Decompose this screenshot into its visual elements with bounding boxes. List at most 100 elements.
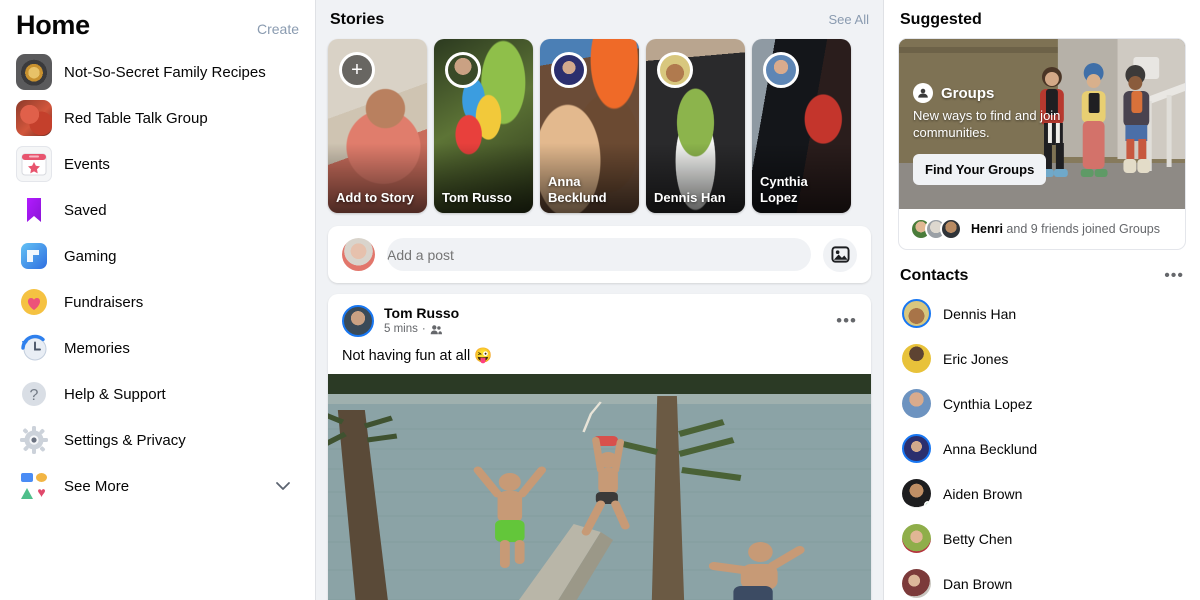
contact-row-eric-jones[interactable]: Eric Jones — [898, 336, 1186, 381]
sidebar-item-label: Not-So-Secret Family Recipes — [64, 63, 266, 81]
sidebar-item-saved[interactable]: Saved — [8, 187, 307, 233]
sidebar-item-help-and-support[interactable]: ? Help & Support — [8, 371, 307, 417]
sidebar-item-see-more[interactable]: ♥ See More — [8, 463, 307, 509]
sidebar-item-memories[interactable]: Memories — [8, 325, 307, 371]
sidebar-item-fundraisers[interactable]: Fundraisers — [8, 279, 307, 325]
joined-friend-suffix: and 9 friends joined Groups — [1002, 222, 1160, 236]
suggested-groups-card: Groups New ways to find and join communi… — [898, 38, 1186, 250]
pink-heart-shape: ♥ — [37, 484, 46, 500]
sidebar-item-label: See More — [64, 477, 130, 495]
question-circle-icon: ? — [16, 376, 52, 412]
suggested-card-description: New ways to find and join communities. — [913, 108, 1061, 140]
post-menu-button[interactable]: ••• — [836, 312, 857, 329]
photo-icon — [830, 245, 850, 264]
contacts-list: Dennis Han Eric Jones Cynthia Lopez Anna… — [898, 291, 1186, 600]
add-story-plus-icon[interactable]: + — [339, 52, 375, 88]
left-sidebar-header: Home Create — [0, 8, 315, 47]
story-name: Tom Russo — [442, 190, 512, 205]
post-meta: 5 mins · — [384, 322, 459, 337]
stories-row: + Add to Story Tom Russo Anna Becklund D… — [328, 39, 871, 213]
post-image[interactable] — [328, 374, 871, 600]
create-link[interactable]: Create — [257, 21, 299, 37]
bookmark-icon — [16, 192, 52, 228]
sidebar-item-label: Help & Support — [64, 385, 166, 403]
contact-row-anna-becklund[interactable]: Anna Becklund — [898, 426, 1186, 471]
story-avatar[interactable] — [445, 52, 481, 88]
story-avatar[interactable] — [551, 52, 587, 88]
contact-row-aiden-brown[interactable]: Aiden Brown — [898, 471, 1186, 516]
post-author-block: Tom Russo 5 mins · — [384, 305, 459, 337]
post-image-illustration — [328, 374, 871, 600]
contact-name: Cynthia Lopez — [943, 395, 1033, 412]
right-sidebar: Suggested Groups New ways to find and jo… — [883, 0, 1200, 600]
post-header: Tom Russo 5 mins · ••• — [328, 294, 871, 343]
group-thumbnail-recipes-icon — [16, 54, 52, 90]
blue-square-shape — [21, 473, 33, 482]
sidebar-item-settings-and-privacy[interactable]: Settings & Privacy — [8, 417, 307, 463]
svg-text:?: ? — [30, 387, 39, 404]
calendar-star-icon — [16, 146, 52, 182]
add-post-input[interactable] — [387, 238, 811, 271]
story-name: Cynthia Lopez — [760, 174, 808, 205]
avatar[interactable] — [342, 305, 374, 337]
heart-fundraiser-icon — [16, 284, 52, 320]
contact-row-betty-chen[interactable]: Betty Chen — [898, 516, 1186, 561]
chevron-down-icon[interactable] — [273, 476, 299, 496]
contacts-title: Contacts — [900, 267, 969, 284]
facebook-home-page: Home Create Not-So-Secret Family Recipes… — [0, 0, 1200, 600]
story-avatar[interactable] — [657, 52, 693, 88]
contacts-header: Contacts ••• — [898, 250, 1186, 291]
stories-see-all-link[interactable]: See All — [829, 12, 869, 27]
green-triangle-shape — [21, 488, 33, 499]
yellow-circle-shape — [36, 473, 47, 482]
sidebar-item-label: Saved — [64, 201, 107, 219]
post-meta-separator: · — [421, 323, 426, 335]
story-avatar[interactable] — [763, 52, 799, 88]
main-feed: Stories See All + Add to Story Tom Russo — [316, 0, 883, 600]
avatar — [902, 569, 931, 598]
contacts-options-button[interactable]: ••• — [1164, 268, 1184, 284]
memories-clock-icon — [16, 330, 52, 366]
avatar — [902, 434, 931, 463]
avatar — [940, 218, 962, 240]
friends-icon — [430, 324, 442, 336]
find-your-groups-button[interactable]: Find Your Groups — [913, 154, 1047, 185]
contact-name: Aiden Brown — [943, 485, 1023, 502]
sidebar-item-not-so-secret-family-recipes[interactable]: Not-So-Secret Family Recipes — [8, 49, 307, 95]
avatar — [902, 344, 931, 373]
shapes-icon: ♥ — [16, 468, 52, 504]
joined-friend-name: Henri — [971, 222, 1003, 236]
contact-name: Dan Brown — [943, 575, 1013, 592]
online-status-dot — [924, 501, 931, 508]
contact-row-dan-brown[interactable]: Dan Brown — [898, 561, 1186, 600]
gaming-controller-icon — [16, 238, 52, 274]
sidebar-item-label: Gaming — [64, 247, 117, 265]
sidebar-item-red-table-talk-group[interactable]: Red Table Talk Group — [8, 95, 307, 141]
avatar — [902, 524, 931, 553]
sidebar-item-label: Events — [64, 155, 110, 173]
gear-icon — [16, 422, 52, 458]
story-card-cynthia-lopez[interactable]: Cynthia Lopez — [752, 39, 851, 213]
contact-row-cynthia-lopez[interactable]: Cynthia Lopez — [898, 381, 1186, 426]
story-name: Anna Becklund — [548, 174, 607, 205]
story-card-add-to-story[interactable]: + Add to Story — [328, 39, 427, 213]
suggested-card-media: Groups New ways to find and join communi… — [899, 39, 1185, 209]
avatar — [342, 238, 375, 271]
story-card-tom-russo[interactable]: Tom Russo — [434, 39, 533, 213]
groups-icon — [913, 83, 933, 103]
sidebar-item-label: Memories — [64, 339, 130, 357]
contact-row-dennis-han[interactable]: Dennis Han — [898, 291, 1186, 336]
post-author-name[interactable]: Tom Russo — [384, 305, 459, 322]
avatar — [902, 299, 931, 328]
sidebar-item-events[interactable]: Events — [8, 141, 307, 187]
sidebar-item-gaming[interactable]: Gaming — [8, 233, 307, 279]
story-card-dennis-han[interactable]: Dennis Han — [646, 39, 745, 213]
sidebar-nav: Not-So-Secret Family Recipes Red Table T… — [0, 47, 315, 509]
avatar — [902, 389, 931, 418]
add-photo-button[interactable] — [823, 237, 857, 272]
story-card-anna-becklund[interactable]: Anna Becklund — [540, 39, 639, 213]
sidebar-item-label: Red Table Talk Group — [64, 109, 208, 127]
sidebar-item-label: Fundraisers — [64, 293, 144, 311]
sidebar-item-label: Settings & Privacy — [64, 431, 186, 449]
page-title: Home — [16, 10, 90, 40]
